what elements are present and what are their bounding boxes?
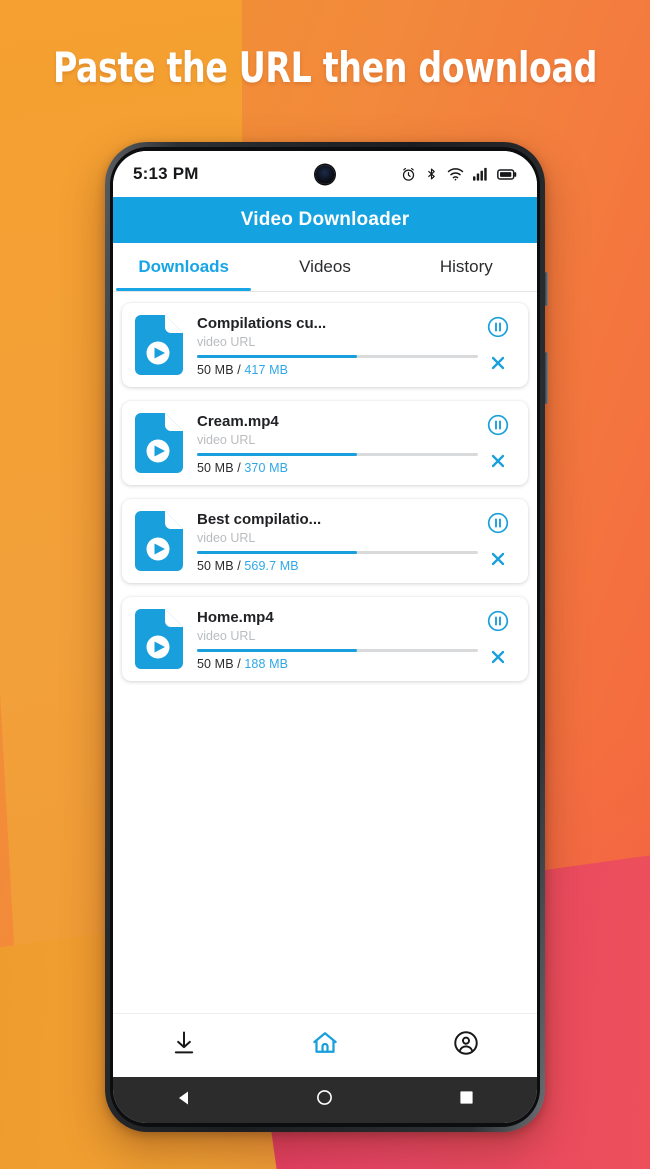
phone-screen: 5:13 PM Video Downloader Downloads Video… (113, 151, 537, 1123)
total-size: 569.7 MB (244, 559, 299, 573)
download-title: Home.mp4 (197, 609, 274, 626)
download-title: Best compilatio... (197, 511, 322, 528)
phone-bezel: 5:13 PM Video Downloader Downloads Video… (110, 147, 540, 1127)
pause-circle-icon[interactable] (486, 609, 510, 633)
close-icon[interactable] (488, 451, 508, 471)
android-home-button[interactable] (254, 1089, 395, 1111)
android-recents-button[interactable] (396, 1090, 537, 1110)
download-info: Cream.mp4 video URL 50 MB / 370 MB (197, 411, 478, 475)
phone-mockup: 5:13 PM Video Downloader Downloads Video… (105, 142, 548, 1132)
progress-bar (197, 551, 478, 554)
video-file-icon (131, 607, 187, 671)
headline-text: Paste the URL then download (52, 43, 598, 92)
close-icon[interactable] (488, 647, 508, 667)
download-info: Compilations cu... video URL 50 MB / 417… (197, 313, 478, 377)
nav-item-downloads[interactable] (113, 1029, 254, 1062)
app-title: Video Downloader (240, 209, 410, 230)
tab-bar: Downloads Videos History (113, 243, 537, 292)
app-bar: Video Downloader (113, 197, 537, 243)
nav-item-home[interactable] (254, 1028, 395, 1063)
tab-history[interactable]: History (396, 243, 537, 291)
size-separator: / (233, 657, 245, 671)
pause-circle-icon[interactable] (486, 413, 510, 437)
downloads-list: Compilations cu... video URL 50 MB / 417… (113, 292, 537, 932)
progress-bar (197, 649, 478, 652)
video-file-icon (131, 313, 187, 377)
android-navigation-bar (113, 1077, 537, 1123)
size-separator: / (233, 461, 245, 475)
progress-bar (197, 355, 478, 358)
tab-downloads[interactable]: Downloads (113, 243, 254, 291)
bottom-navigation (113, 1013, 537, 1077)
camera-punch-hole (315, 165, 335, 184)
alarm-icon (401, 167, 416, 182)
close-icon[interactable] (488, 353, 508, 373)
size-separator: / (233, 363, 245, 377)
home-icon (310, 1028, 340, 1063)
downloaded-size: 50 MB (197, 461, 234, 475)
back-triangle-icon (176, 1090, 192, 1111)
nav-item-account[interactable] (396, 1029, 537, 1062)
progress-fill (197, 551, 358, 554)
download-card[interactable]: Best compilatio... video URL 50 MB / 569… (122, 499, 528, 583)
download-size: 50 MB / 188 MB (197, 657, 478, 671)
tab-videos[interactable]: Videos (254, 243, 395, 291)
download-actions (478, 313, 518, 377)
download-subtitle: video URL (197, 530, 256, 545)
home-circle-icon (316, 1089, 333, 1111)
total-size: 188 MB (244, 657, 289, 671)
progress-bar (197, 453, 478, 456)
download-subtitle: video URL (197, 628, 256, 643)
download-icon (170, 1029, 198, 1062)
total-size: 370 MB (244, 461, 289, 475)
total-size: 417 MB (244, 363, 289, 377)
download-title: Cream.mp4 (197, 413, 279, 430)
android-back-button[interactable] (113, 1090, 254, 1111)
download-actions (478, 509, 518, 573)
download-subtitle: video URL (197, 334, 256, 349)
status-icons (401, 166, 517, 182)
pause-circle-icon[interactable] (486, 315, 510, 339)
video-file-icon (131, 411, 187, 475)
recents-square-icon (459, 1090, 474, 1110)
status-bar: 5:13 PM (113, 151, 537, 197)
status-time: 5:13 PM (133, 164, 199, 183)
progress-fill (197, 355, 358, 358)
size-separator: / (233, 559, 245, 573)
download-actions (478, 607, 518, 671)
close-icon[interactable] (488, 549, 508, 569)
account-circle-icon (452, 1029, 480, 1062)
pause-circle-icon[interactable] (486, 511, 510, 535)
download-card[interactable]: Cream.mp4 video URL 50 MB / 370 MB (122, 401, 528, 485)
power-button[interactable] (545, 352, 548, 404)
download-size: 50 MB / 417 MB (197, 363, 478, 377)
download-info: Home.mp4 video URL 50 MB / 188 MB (197, 607, 478, 671)
progress-fill (197, 649, 358, 652)
download-size: 50 MB / 370 MB (197, 461, 478, 475)
download-card[interactable]: Home.mp4 video URL 50 MB / 188 MB (122, 597, 528, 681)
battery-icon (497, 168, 517, 181)
video-file-icon (131, 509, 187, 573)
download-actions (478, 411, 518, 475)
bluetooth-icon (425, 166, 438, 182)
download-card[interactable]: Compilations cu... video URL 50 MB / 417… (122, 303, 528, 387)
downloaded-size: 50 MB (197, 657, 234, 671)
wifi-icon (447, 167, 464, 181)
download-info: Best compilatio... video URL 50 MB / 569… (197, 509, 478, 573)
volume-button[interactable] (545, 272, 548, 306)
downloaded-size: 50 MB (197, 559, 234, 573)
downloaded-size: 50 MB (197, 363, 234, 377)
download-title: Compilations cu... (197, 315, 327, 332)
progress-fill (197, 453, 358, 456)
signal-icon (473, 167, 488, 181)
download-subtitle: video URL (197, 432, 256, 447)
download-size: 50 MB / 569.7 MB (197, 559, 478, 573)
